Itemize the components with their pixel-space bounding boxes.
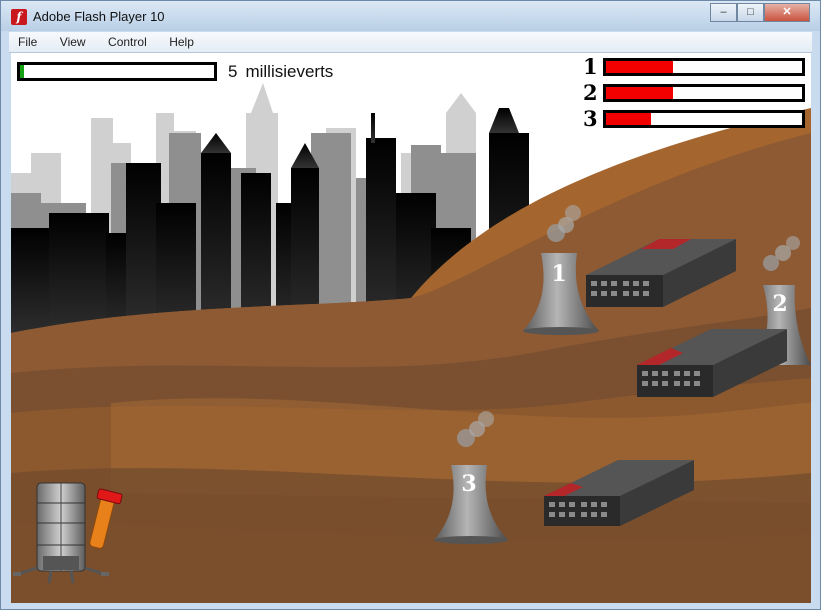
close-button[interactable]: ✕	[764, 3, 810, 22]
plant-health-bar-1	[603, 58, 805, 76]
plant-status-2: 2	[583, 80, 809, 105]
plant-label-1: 1	[583, 54, 598, 79]
radiation-meter-fill	[20, 65, 24, 78]
game-scene: 1 2 3	[11, 53, 811, 603]
menu-file[interactable]: File	[9, 32, 46, 49]
plant-label-3: 3	[583, 106, 598, 131]
plant-status-1: 1	[583, 54, 809, 79]
tower-label-2: 2	[772, 291, 787, 317]
plant-health-fill-2	[606, 87, 673, 99]
title-bar[interactable]: f Adobe Flash Player 10 – □ ✕	[1, 1, 820, 31]
plant-health-bar-3	[603, 110, 805, 128]
plant-health-bar-2	[603, 84, 805, 102]
plant-label-2: 2	[583, 80, 598, 105]
window-controls: – □ ✕	[710, 3, 810, 22]
game-stage[interactable]: 1 2 3 5 millisieverts 1 2 3	[11, 53, 811, 603]
menu-bar: File View Control Help	[9, 32, 812, 53]
radiation-unit: millisieverts	[245, 62, 334, 81]
tower-label-3: 3	[461, 471, 476, 497]
radiation-readout: 5 millisieverts	[228, 62, 333, 82]
maximize-button[interactable]: □	[737, 3, 764, 22]
menu-control[interactable]: Control	[99, 32, 156, 49]
plant-status-3: 3	[583, 106, 809, 131]
radiation-value: 5	[228, 62, 238, 81]
menu-view[interactable]: View	[51, 32, 95, 49]
radiation-meter	[17, 62, 217, 81]
plant-health-fill-3	[606, 113, 652, 125]
plant-health-fill-1	[606, 61, 673, 73]
app-window: f Adobe Flash Player 10 – □ ✕ File View …	[0, 0, 821, 610]
menu-help[interactable]: Help	[160, 32, 203, 49]
minimize-button[interactable]: –	[710, 3, 737, 22]
window-title: Adobe Flash Player 10	[33, 9, 165, 24]
tower-label-1: 1	[551, 261, 566, 287]
flash-icon: f	[11, 9, 27, 25]
